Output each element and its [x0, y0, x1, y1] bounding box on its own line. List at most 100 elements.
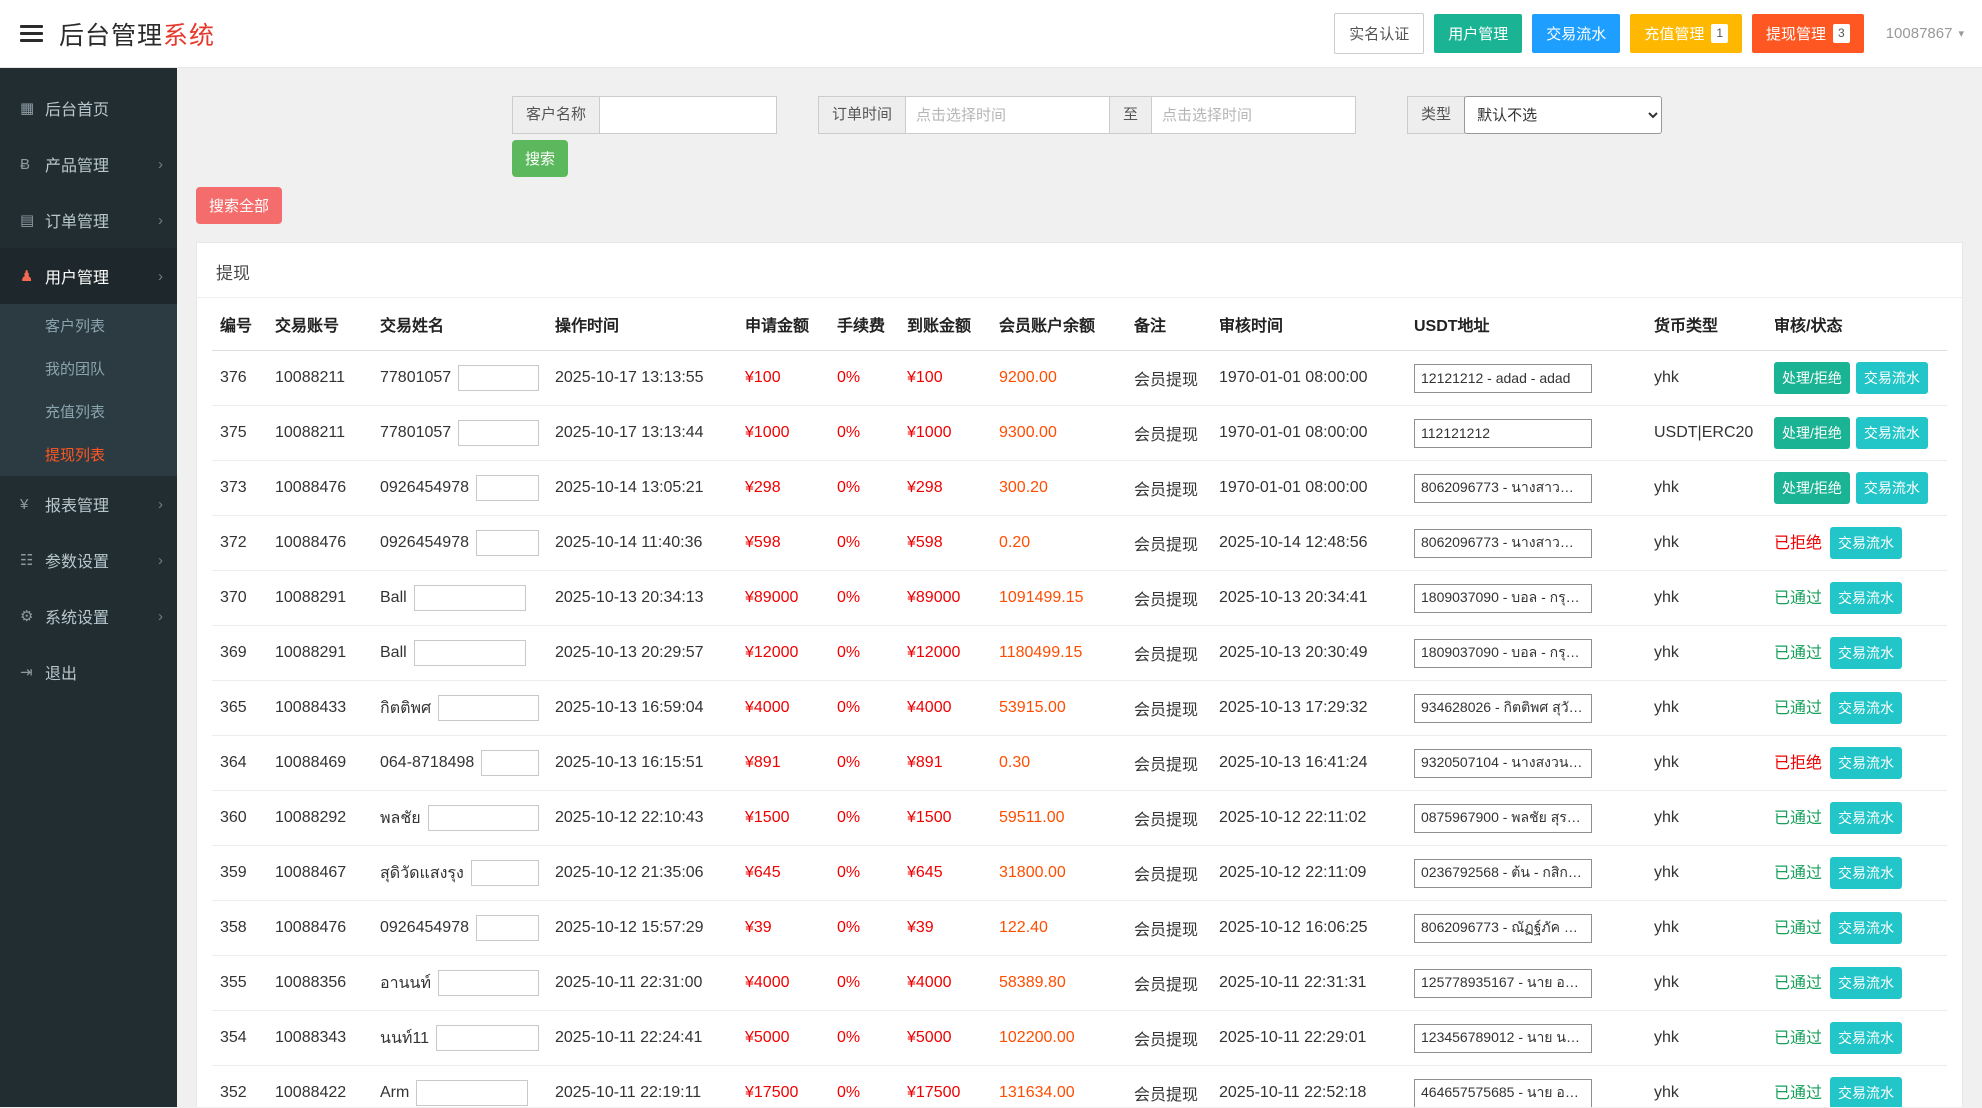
trade-flow-button[interactable]: 交易流水 [1830, 747, 1902, 779]
order-time-start-input[interactable] [905, 96, 1110, 134]
usdt-address-input[interactable] [1414, 419, 1592, 448]
cell-audit-time: 2025-10-13 20:30:49 [1211, 626, 1406, 681]
name-note-input[interactable] [458, 365, 539, 391]
cell-name: 77801057 [372, 351, 547, 406]
process-reject-button[interactable]: 处理/拒绝 [1774, 362, 1850, 394]
name-note-input[interactable] [414, 585, 526, 611]
header-actions: 实名认证用户管理交易流水充值管理1 提现管理3 [1334, 13, 1863, 54]
name-note-input[interactable] [476, 915, 539, 941]
cell-status: 已通过交易流水 [1766, 846, 1947, 901]
usdt-address-input[interactable] [1414, 584, 1592, 613]
usdt-address-input[interactable] [1414, 529, 1592, 558]
name-note-input[interactable] [438, 695, 539, 721]
cell-remark: 会员提现 [1126, 846, 1211, 901]
cell-name: พลชัย [372, 791, 547, 846]
trade-flow-button[interactable]: 交易流水 [1830, 967, 1902, 999]
cell-status: 已通过交易流水 [1766, 1011, 1947, 1066]
name-note-input[interactable] [416, 1080, 528, 1106]
hamburger-menu-icon[interactable] [20, 25, 43, 42]
cell-remark: 会员提现 [1126, 1011, 1211, 1066]
user-menu[interactable]: 10087867 ▾ [1886, 25, 1964, 42]
process-reject-button[interactable]: 处理/拒绝 [1774, 417, 1850, 449]
trade-flow-button[interactable]: 交易流水 [1830, 1022, 1902, 1054]
status-label: 已通过 [1774, 920, 1822, 937]
trade-name: 0926454978 [380, 919, 469, 937]
usdt-address-input[interactable] [1414, 694, 1592, 723]
cell-amount: ¥5000 [737, 1011, 829, 1066]
trade-flow-button[interactable]: 交易流水 [1830, 912, 1902, 944]
sidebar-item-system[interactable]: ⚙系统设置› [0, 588, 177, 644]
sidebar-item-label: 参数设置 [45, 548, 158, 572]
column-header: USDT地址 [1406, 298, 1646, 351]
sidebar-item-user[interactable]: ♟用户管理› [0, 248, 177, 304]
header-button-user-manage[interactable]: 用户管理 [1434, 14, 1522, 53]
sidebar-item-withdraw-list[interactable]: 提现列表 [0, 433, 177, 476]
cell-remark: 会员提现 [1126, 406, 1211, 461]
search-all-button[interactable]: 搜索全部 [196, 187, 282, 224]
order-time-end-input[interactable] [1151, 96, 1356, 134]
trade-flow-button[interactable]: 交易流水 [1830, 692, 1902, 724]
name-note-input[interactable] [458, 420, 539, 446]
trade-flow-button[interactable]: 交易流水 [1830, 582, 1902, 614]
cell-received: ¥1000 [899, 406, 991, 461]
process-reject-button[interactable]: 处理/拒绝 [1774, 472, 1850, 504]
usdt-address-input[interactable] [1414, 364, 1592, 393]
usdt-address-input[interactable] [1414, 969, 1592, 998]
sidebar-item-recharge-list[interactable]: 充值列表 [0, 390, 177, 433]
withdraw-table: 编号交易账号交易姓名操作时间申请金额手续费到账金额会员账户余额备注审核时间USD… [212, 298, 1947, 1107]
trade-flow-button[interactable]: 交易流水 [1830, 1077, 1902, 1107]
column-header: 申请金额 [737, 298, 829, 351]
customer-name-input[interactable] [599, 96, 777, 134]
usdt-address-input[interactable] [1414, 859, 1592, 888]
trade-flow-button[interactable]: 交易流水 [1830, 857, 1902, 889]
sidebar-item-report[interactable]: ¥报表管理› [0, 476, 177, 532]
order-time-group: 订单时间 至 [818, 96, 1356, 134]
usdt-address-input[interactable] [1414, 804, 1592, 833]
usdt-address-input[interactable] [1414, 1079, 1592, 1108]
sidebar-item-order[interactable]: ▤订单管理› [0, 192, 177, 248]
trade-flow-button[interactable]: 交易流水 [1830, 802, 1902, 834]
name-note-input[interactable] [414, 640, 526, 666]
cell-remark: 会员提现 [1126, 626, 1211, 681]
trade-flow-button[interactable]: 交易流水 [1856, 417, 1928, 449]
trade-flow-button[interactable]: 交易流水 [1856, 472, 1928, 504]
usdt-address-input[interactable] [1414, 1024, 1592, 1053]
search-button[interactable]: 搜索 [512, 140, 568, 177]
sidebar-item-params[interactable]: ☷参数设置› [0, 532, 177, 588]
chevron-right-icon: › [158, 156, 163, 173]
name-note-input[interactable] [428, 805, 539, 831]
cell-remark: 会员提现 [1126, 736, 1211, 791]
trade-flow-button[interactable]: 交易流水 [1856, 362, 1928, 394]
cell-op-time: 2025-10-12 22:10:43 [547, 791, 737, 846]
name-note-input[interactable] [438, 970, 539, 996]
header-button-withdraw-manage[interactable]: 提现管理3 [1752, 14, 1864, 53]
header-button-realname[interactable]: 实名认证 [1334, 13, 1424, 54]
cell-balance: 1091499.15 [991, 571, 1126, 626]
cell-remark: 会员提现 [1126, 351, 1211, 406]
header-button-recharge-manage[interactable]: 充值管理1 [1630, 14, 1742, 53]
header-button-trade-flow[interactable]: 交易流水 [1532, 14, 1620, 53]
sidebar-item-my-team[interactable]: 我的团队 [0, 347, 177, 390]
cell-balance: 131634.00 [991, 1066, 1126, 1108]
status-label: 已通过 [1774, 590, 1822, 607]
trade-flow-button[interactable]: 交易流水 [1830, 527, 1902, 559]
sidebar-item-home[interactable]: ▦后台首页 [0, 80, 177, 136]
name-note-input[interactable] [481, 750, 539, 776]
cell-account: 10088476 [267, 516, 372, 571]
usdt-address-input[interactable] [1414, 749, 1592, 778]
usdt-address-input[interactable] [1414, 639, 1592, 668]
cell-usdt [1406, 406, 1646, 461]
name-note-input[interactable] [476, 530, 539, 556]
type-select[interactable]: 默认不选 [1464, 96, 1662, 134]
cell-audit-time: 2025-10-11 22:29:01 [1211, 1011, 1406, 1066]
trade-flow-button[interactable]: 交易流水 [1830, 637, 1902, 669]
name-note-input[interactable] [476, 475, 539, 501]
sidebar-item-customer-list[interactable]: 客户列表 [0, 304, 177, 347]
cell-op-time: 2025-10-17 13:13:55 [547, 351, 737, 406]
usdt-address-input[interactable] [1414, 474, 1592, 503]
name-note-input[interactable] [471, 860, 539, 886]
sidebar-item-product[interactable]: Ƀ产品管理› [0, 136, 177, 192]
usdt-address-input[interactable] [1414, 914, 1592, 943]
name-note-input[interactable] [436, 1025, 539, 1051]
sidebar-item-logout[interactable]: ⇥退出 [0, 644, 177, 700]
